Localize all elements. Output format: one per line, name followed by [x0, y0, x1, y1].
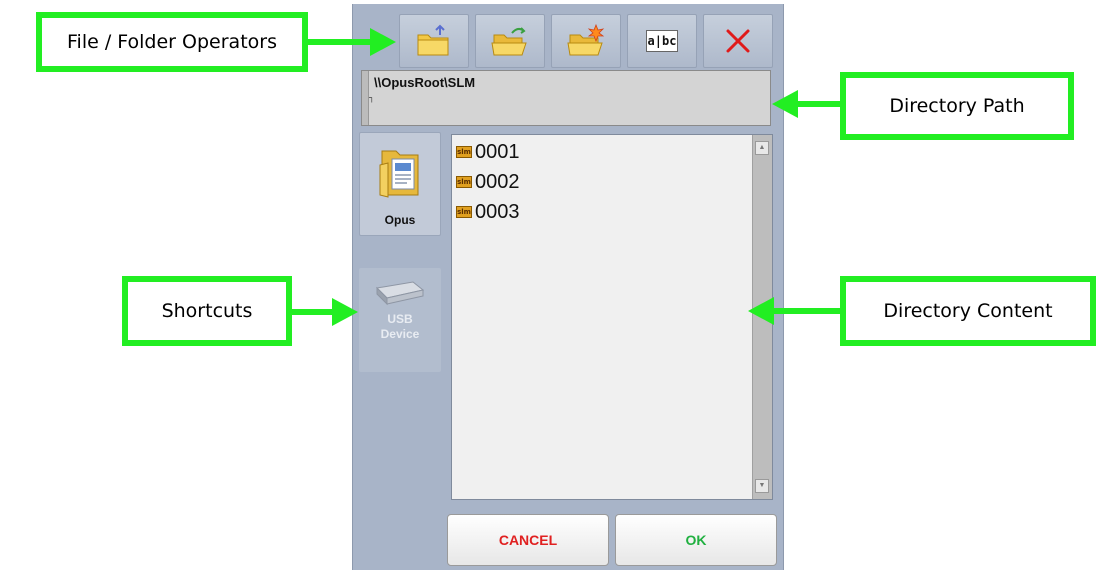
arrow-right-icon: [308, 28, 396, 56]
annotation-arrows: [292, 28, 840, 326]
arrow-left-icon: [772, 90, 840, 118]
arrow-left-icon: [748, 297, 840, 325]
arrow-right-icon: [292, 298, 358, 326]
